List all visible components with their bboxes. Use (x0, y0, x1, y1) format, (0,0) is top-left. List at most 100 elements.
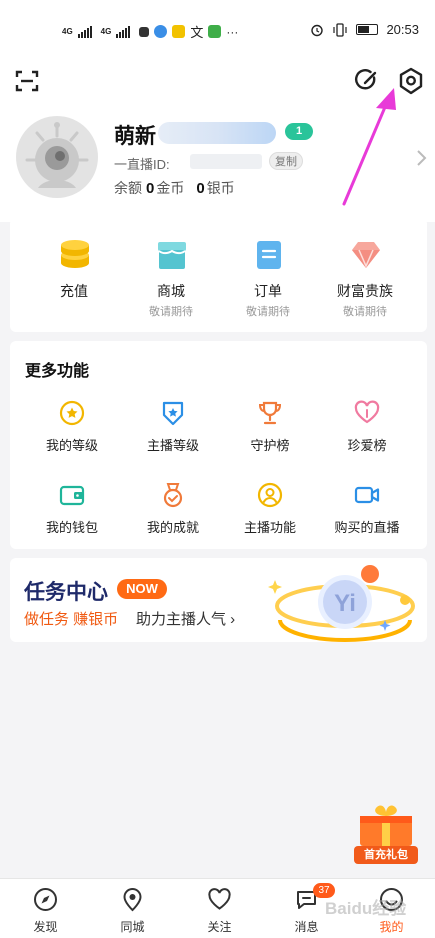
task-center-title: 任务中心 (24, 581, 108, 604)
trophy-icon (258, 401, 282, 425)
signal-label-1: 4G (62, 27, 73, 36)
task-chevron-icon: › (226, 611, 236, 628)
more-functions-title: 更多功能 (25, 363, 90, 380)
function-label: 购买的直播 (334, 520, 400, 535)
video-icon (354, 486, 380, 504)
tab-label: 关注 (207, 920, 232, 934)
browser-notification-icon (154, 25, 168, 38)
annotation-arrow-icon (342, 88, 396, 206)
diamond-icon (352, 242, 380, 268)
task-center-highlight: 做任务 赚银币 (24, 611, 119, 628)
silver-unit: 银币 (206, 180, 235, 196)
function-label: 主播功能 (243, 520, 296, 535)
profile-chevron-right-icon[interactable] (414, 148, 428, 168)
user-id-label: 一直播ID: (114, 157, 170, 172)
balance-label: 余额 (114, 180, 142, 196)
quick-item-wealth-noble[interactable]: 财富贵族 敬请期待 (313, 218, 417, 332)
heart-outline-icon (208, 888, 231, 910)
quick-item-label: 订单 (254, 283, 282, 299)
status-right: 20:53 (310, 22, 419, 37)
function-my-level[interactable]: 我的等级 (20, 399, 124, 469)
compass-icon (34, 888, 57, 911)
first-recharge-gift-button[interactable]: 首充礼包 (354, 802, 418, 864)
location-icon (123, 888, 142, 912)
signal-icon-1 (77, 25, 92, 38)
function-label: 主播等级 (146, 438, 199, 453)
vibrate-icon (333, 22, 348, 37)
username: 萌新 (114, 125, 156, 148)
more-functions-card: 更多功能 我的等级 主播等级 守护榜 珍爱榜 我的钱包 我的成就 主播功能 购买… (10, 341, 427, 549)
now-badge: NOW (117, 579, 167, 599)
copy-id-button[interactable]: 复制 (269, 152, 303, 170)
watermark: Baidu经验 (325, 899, 407, 918)
tab-discover[interactable]: 发现 (2, 879, 89, 938)
tab-label: 发现 (33, 920, 58, 934)
user-id-blur-mask (190, 154, 262, 169)
quick-item-sub: 敬请期待 (149, 306, 193, 318)
function-guard-ranking[interactable]: 守护榜 (218, 399, 322, 469)
signal-icon-2 (116, 25, 131, 38)
balance-row: 余额 0 金币 0 银币 (114, 178, 235, 198)
star-shield-icon (162, 401, 184, 426)
store-icon (158, 242, 186, 269)
scan-icon[interactable] (14, 68, 40, 94)
taxi-notification-icon (172, 25, 186, 38)
silver-value: 0 (196, 180, 205, 197)
function-purchased-live[interactable]: 购买的直播 (315, 481, 419, 551)
battery-icon (356, 24, 379, 35)
quick-item-store[interactable]: 商城 敬请期待 (119, 218, 223, 332)
function-label: 珍爱榜 (347, 438, 387, 453)
avatar[interactable] (16, 116, 98, 198)
status-bar: 4G 4G 文 ··· 20:53 (0, 0, 435, 62)
tab-label: 同城 (120, 920, 145, 934)
quick-item-sub: 敬请期待 (343, 306, 387, 318)
order-icon (257, 241, 281, 269)
settings-icon[interactable] (396, 66, 426, 96)
star-medal-icon (59, 400, 85, 426)
clock: 20:53 (386, 22, 419, 37)
default-avatar-icon (25, 122, 89, 188)
gold-unit: 金币 (156, 180, 185, 196)
function-label: 我的等级 (45, 438, 98, 453)
quick-actions-card: 充值 商城 敬请期待 订单 敬请期待 财富贵族 敬请期待 (10, 218, 427, 332)
function-cherish-ranking[interactable]: 珍爱榜 (315, 399, 419, 469)
username-blur-mask (158, 122, 276, 144)
quick-item-label: 商城 (157, 283, 185, 299)
signal-label-2: 4G (100, 27, 112, 36)
gift-box-icon (360, 805, 412, 846)
function-my-wallet[interactable]: 我的钱包 (20, 481, 124, 551)
task-center-illustration: Yi (268, 565, 415, 642)
quick-item-label: 充值 (60, 283, 88, 299)
function-host-functions[interactable]: 主播功能 (218, 481, 322, 551)
status-left: 4G 4G 文 ··· (62, 22, 238, 41)
task-center-subtext-label: 助力主播人气 (136, 611, 227, 628)
achievement-icon (163, 483, 183, 508)
gift-label: 首充礼包 (354, 846, 418, 864)
gold-value: 0 (146, 180, 155, 197)
app-notification-icon (139, 26, 150, 37)
coins-icon (61, 240, 89, 268)
task-center-banner[interactable]: 任务中心 NOW 做任务 赚银币 助力主播人气 › Yi (10, 558, 427, 642)
tab-following[interactable]: 关注 (176, 879, 263, 938)
quick-item-recharge[interactable]: 充值 (22, 218, 126, 332)
svg-text:Yi: Yi (334, 590, 356, 617)
quick-item-orders[interactable]: 订单 敬请期待 (216, 218, 320, 332)
function-label: 守护榜 (250, 438, 290, 453)
function-label: 我的成就 (146, 520, 199, 535)
heart-icon (354, 400, 380, 424)
function-host-level[interactable]: 主播等级 (121, 399, 225, 469)
tab-label: 我的 (379, 920, 404, 934)
task-center-subtext: 助力主播人气 › (136, 608, 235, 629)
quick-item-sub: 敬请期待 (246, 306, 290, 318)
more-notifications-icon: ··· (226, 24, 239, 39)
quick-item-label: 财富贵族 (337, 283, 393, 299)
person-icon (257, 482, 283, 508)
chart-notification-icon (208, 25, 222, 38)
level-badge: 1 (285, 123, 313, 140)
alarm-icon (311, 24, 324, 36)
wallet-icon (59, 485, 85, 506)
text-notification-icon: 文 (190, 25, 204, 40)
tab-nearby[interactable]: 同城 (89, 879, 176, 938)
function-my-achievements[interactable]: 我的成就 (121, 481, 225, 551)
tab-label: 消息 (294, 920, 319, 934)
